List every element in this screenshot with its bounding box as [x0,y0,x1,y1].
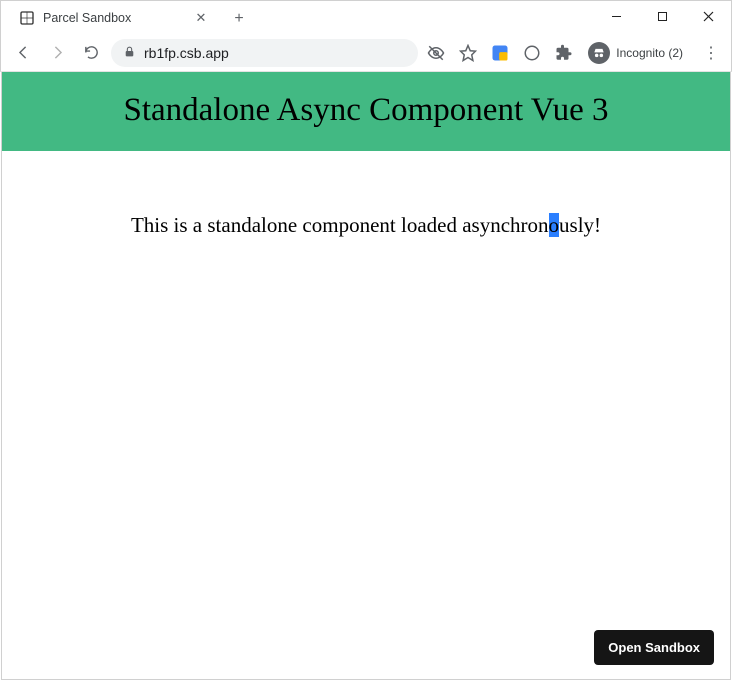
star-icon[interactable] [456,41,480,65]
url-text: rb1fp.csb.app [144,45,229,61]
page-viewport: Standalone Async Component Vue 3 This is… [1,72,731,680]
eye-off-icon[interactable] [424,41,448,65]
window-titlebar: Parcel Sandbox ✕ + [0,0,732,34]
maximize-button[interactable] [639,1,685,31]
incognito-label: Incognito (2) [616,46,683,60]
tabstrip: Parcel Sandbox ✕ + [1,1,253,35]
incognito-icon [588,42,610,64]
close-window-button[interactable] [685,1,731,31]
address-bar[interactable]: rb1fp.csb.app [111,39,418,67]
toolbar-right-icons: Incognito (2) ⋮ [424,40,723,66]
minimize-button[interactable] [593,1,639,31]
new-tab-button[interactable]: + [225,5,253,33]
window-controls [593,1,731,31]
tab-close-button[interactable]: ✕ [193,10,209,26]
app-header: Standalone Async Component Vue 3 [2,72,730,151]
reload-button[interactable] [77,39,105,67]
tab-favicon-icon [19,10,35,26]
menu-button[interactable]: ⋮ [699,41,723,65]
incognito-badge[interactable]: Incognito (2) [584,40,691,66]
forward-button[interactable] [43,39,71,67]
back-button[interactable] [9,39,37,67]
lock-icon [123,45,136,61]
extensions-puzzle-icon[interactable] [552,41,576,65]
notification-icon[interactable] [520,41,544,65]
browser-toolbar: rb1fp.csb.app Incognito (2) ⋮ [0,34,732,72]
extension-icon-1[interactable] [488,41,512,65]
open-sandbox-button[interactable]: Open Sandbox [594,630,714,665]
page-heading: Standalone Async Component Vue 3 [12,92,720,129]
tab-title: Parcel Sandbox [43,11,185,25]
body-text-pre: This is a standalone component loaded as… [131,213,549,237]
body-text-post: usly! [559,213,601,237]
page-content: This is a standalone component loaded as… [2,151,730,238]
body-text-selection: o [549,213,560,237]
browser-tab[interactable]: Parcel Sandbox ✕ [9,1,219,35]
